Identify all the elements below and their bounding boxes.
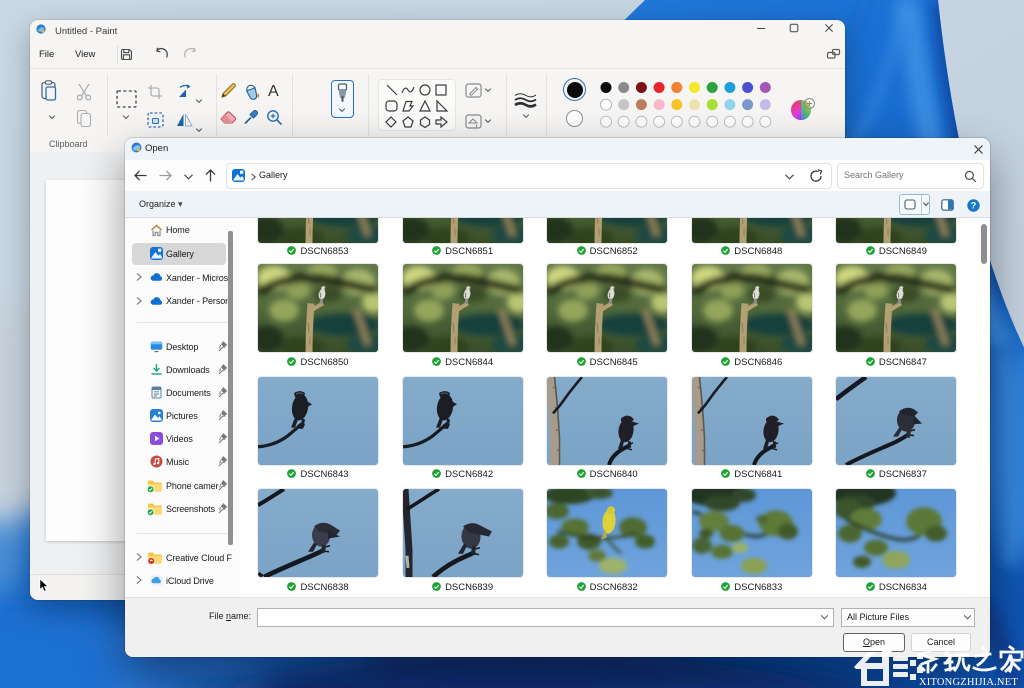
svg-text:?: ?	[971, 201, 977, 211]
svg-text:A: A	[268, 83, 279, 99]
svg-text:XITONGZHIJIA.NET: XITONGZHIJIA.NET	[919, 677, 1018, 688]
